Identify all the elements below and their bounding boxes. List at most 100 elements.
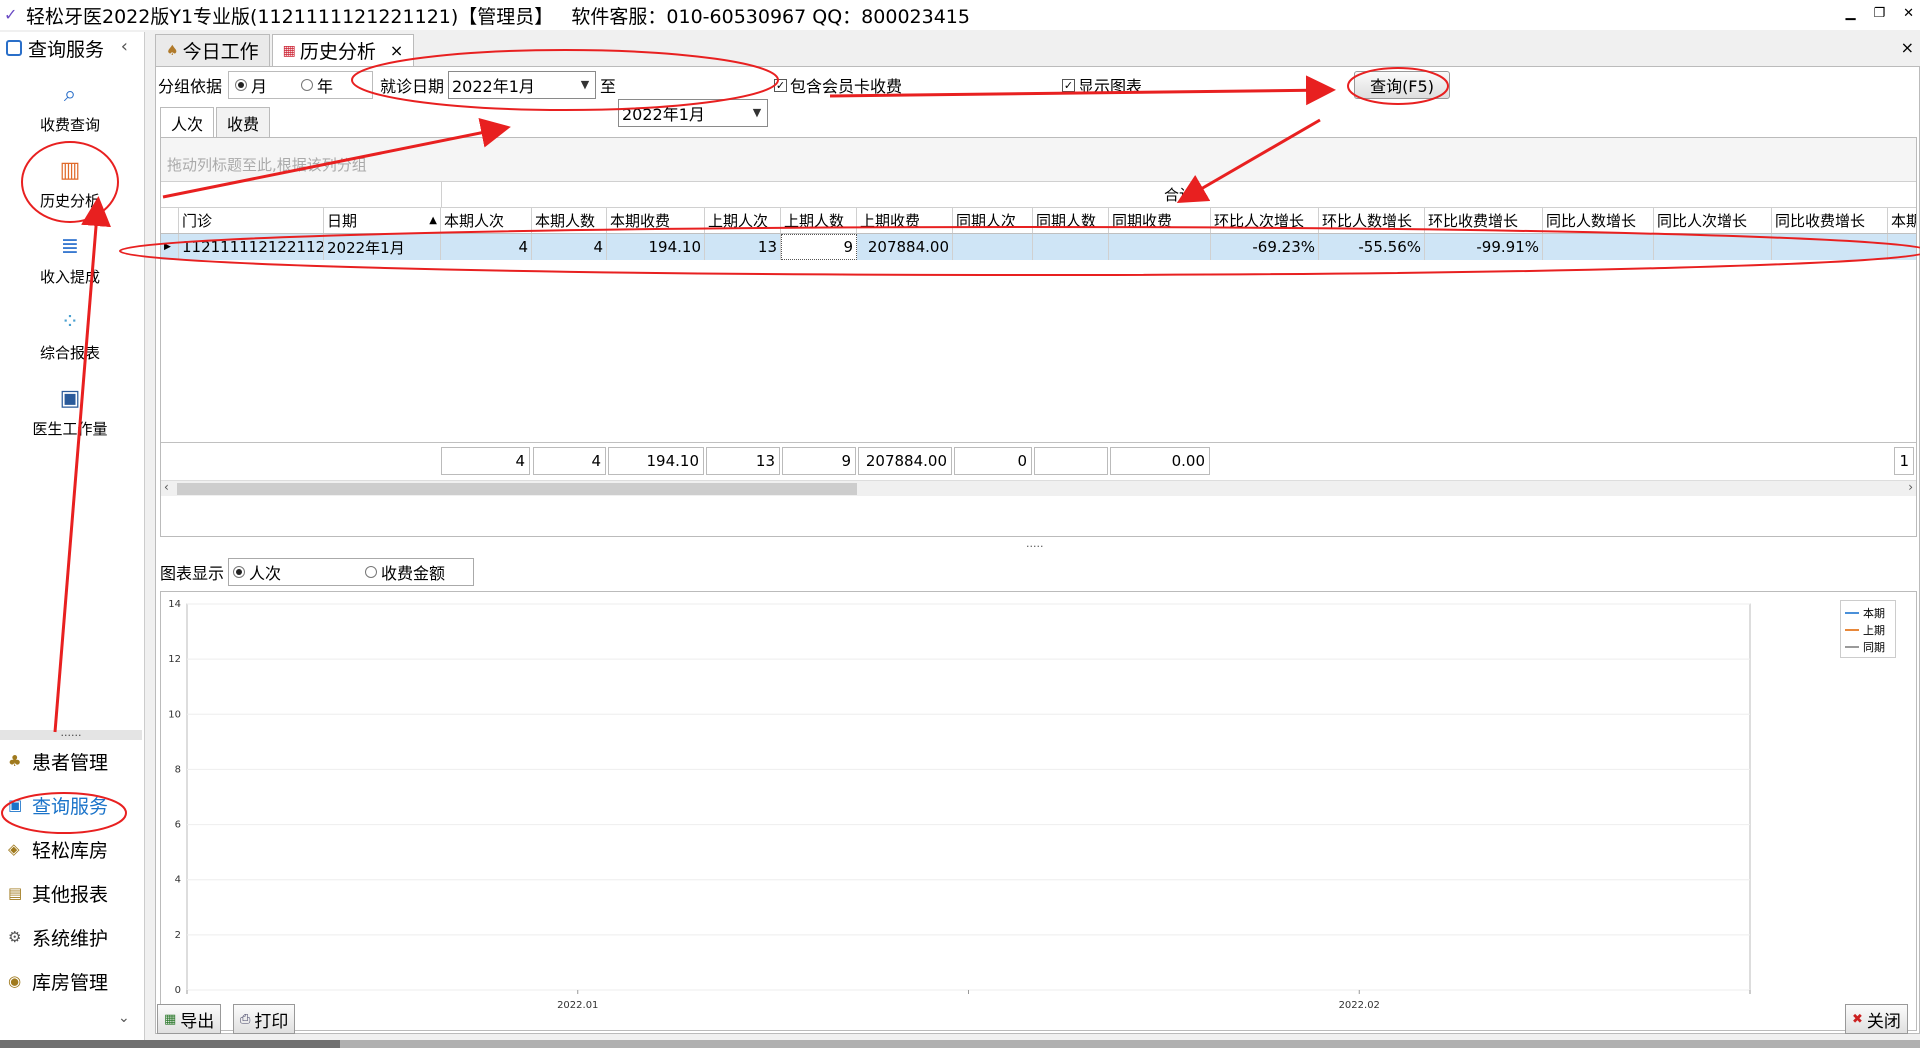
group-panel-hint[interactable]: 拖动列标题至此,根据该列分组 [161, 138, 1916, 182]
sidebar-tool-income-commission[interactable]: ≣ 收入提成 [0, 232, 140, 287]
row-indicator-icon: ▶ [161, 234, 179, 260]
table-cell[interactable]: 207884.00 [857, 234, 953, 260]
print-button[interactable]: ⎙ 打印 [233, 1004, 296, 1034]
radio-amount-label: 收费金额 [381, 564, 446, 583]
col-header[interactable]: 同期人数 [1033, 208, 1109, 233]
table-cell[interactable]: -69.23% [1211, 234, 1319, 260]
col-header[interactable]: 同期人次 [953, 208, 1033, 233]
col-header[interactable]: 环比人次增长 [1211, 208, 1319, 233]
col-header[interactable]: 本期人次 [441, 208, 532, 233]
legend-swatch [1845, 611, 1859, 614]
tab-label: 历史分析 [299, 41, 376, 63]
table-cell[interactable] [1654, 234, 1772, 260]
nav-system-maintenance[interactable]: ⚙ 系统维护 [8, 922, 108, 952]
subtab-fees[interactable]: 收费 [216, 107, 271, 137]
col-header[interactable]: 同比收费增长 [1772, 208, 1888, 233]
minimize-icon[interactable]: ▁ [1845, 6, 1855, 21]
chevron-down-icon[interactable]: ⌄ [118, 1010, 130, 1026]
export-button[interactable]: ▦ 导出 [157, 1004, 222, 1034]
scrollbar-thumb[interactable] [177, 483, 857, 495]
table-row[interactable]: ▶ 1121111121221121 2022年1月 4 4 194.10 13… [161, 234, 1916, 260]
checkbox-checked-icon: ✓ [1062, 78, 1075, 92]
table-cell[interactable]: -99.91% [1425, 234, 1543, 260]
splitter-handle[interactable]: ..... [1026, 537, 1043, 550]
scroll-right-icon[interactable]: › [1908, 480, 1913, 494]
sidebar-tool-fee-query[interactable]: ⌕ 收费查询 [0, 80, 140, 135]
legend-item: 本期 [1845, 604, 1891, 621]
col-header[interactable]: 上期人次 [705, 208, 781, 233]
table-cell[interactable] [1109, 234, 1211, 260]
group-by-label: 分组依据 [158, 77, 223, 96]
table-cell[interactable]: 4 [532, 234, 607, 260]
radio-year[interactable] [301, 79, 314, 91]
close-window-icon[interactable]: ✕ [1903, 6, 1914, 21]
date-from-combo[interactable]: 2022年1月 ▼ [448, 71, 596, 99]
nav-easy-warehouse[interactable]: ◈ 轻松库房 [8, 834, 108, 864]
table-cell[interactable] [1033, 234, 1109, 260]
query-button[interactable]: 查询(F5) [1354, 71, 1450, 99]
table-cell[interactable] [1772, 234, 1888, 260]
tab-today-work[interactable]: ♠ 今日工作 [155, 34, 270, 66]
close-button[interactable]: ✖ 关闭 [1845, 1004, 1908, 1034]
horizontal-scrollbar[interactable]: ‹ › [161, 480, 1916, 496]
y-tick-label: 14 [168, 599, 181, 610]
col-header[interactable]: 环比人数增长 [1319, 208, 1425, 233]
date-to-combo[interactable]: 2022年1月 ▼ [618, 99, 768, 127]
window-controls: ▁ ❐ ✕ [1845, 6, 1914, 21]
nav-query-service[interactable]: ▣ 查询服务 [8, 790, 108, 820]
col-header[interactable]: 同期收费 [1109, 208, 1211, 233]
table-cell[interactable]: 2022年1月 [324, 234, 441, 260]
table-cell-focused[interactable]: 9 [781, 234, 857, 260]
query-icon: ▣ [8, 796, 23, 814]
band-total: 合计 [441, 182, 1916, 208]
sidebar-header-label: 查询服务 [28, 38, 105, 61]
include-member-checkbox[interactable]: ✓ 包含会员卡收费 [774, 71, 902, 99]
sidebar-tool-report[interactable]: ⁘ 综合报表 [0, 308, 140, 363]
radio-visits[interactable] [233, 566, 246, 578]
close-tab-icon[interactable]: × [390, 41, 403, 60]
chevron-down-icon[interactable]: ▼ [749, 102, 765, 124]
chevron-down-icon[interactable]: ▼ [577, 74, 593, 96]
col-header[interactable]: 本期人数 [532, 208, 607, 233]
summary-cell [1034, 447, 1108, 475]
col-header[interactable]: 上期人数 [781, 208, 857, 233]
close-all-icon[interactable]: × [1901, 38, 1914, 57]
nav-warehouse-management[interactable]: ◉ 库房管理 [8, 966, 108, 996]
col-header[interactable]: 同比人次增长 [1654, 208, 1772, 233]
table-cell[interactable]: 1121111121221121 [179, 234, 324, 260]
col-header[interactable]: 门诊 [179, 208, 324, 233]
table-cell[interactable] [953, 234, 1033, 260]
tab-history-analysis[interactable]: ▦ 历史分析 × [271, 34, 415, 66]
warehouse-icon: ◈ [8, 840, 20, 858]
subtab-visits[interactable]: 人次 [160, 107, 215, 137]
col-header[interactable]: 本期 [1888, 208, 1916, 233]
sidebar-splitter[interactable]: ...... [0, 727, 142, 740]
restore-icon[interactable]: ❐ [1873, 6, 1885, 21]
nav-other-reports[interactable]: ▤ 其他报表 [8, 878, 108, 908]
col-header[interactable]: 同比人数增长 [1543, 208, 1654, 233]
table-cell[interactable] [1543, 234, 1654, 260]
nav-label: 查询服务 [32, 795, 109, 818]
table-cell[interactable]: -55.56% [1319, 234, 1425, 260]
radio-amount[interactable] [365, 566, 378, 578]
close-label: 关闭 [1866, 1011, 1901, 1032]
col-header[interactable]: 上期收费 [857, 208, 953, 233]
sidebar-tool-doctor-workload[interactable]: ▣ 医生工作量 [0, 384, 140, 439]
table-cell[interactable]: 4 [441, 234, 532, 260]
sidebar-tool-history-analysis[interactable]: ▥ 历史分析 [0, 156, 140, 211]
to-label: 至 [600, 77, 617, 96]
table-cell[interactable] [1888, 234, 1916, 260]
show-chart-label: 显示图表 [1078, 77, 1143, 96]
nav-patient-management[interactable]: ♣ 患者管理 [8, 746, 108, 776]
y-tick-label: 4 [175, 875, 181, 886]
collapse-icon[interactable]: ‹ [121, 36, 128, 57]
radio-month[interactable] [235, 79, 247, 91]
col-header[interactable]: 日期 ▲ [324, 208, 441, 233]
show-chart-checkbox[interactable]: ✓ 显示图表 [1062, 71, 1142, 99]
nav-label: 其他报表 [32, 883, 109, 906]
col-header[interactable]: 本期收费 [607, 208, 705, 233]
col-header[interactable]: 环比收费增长 [1425, 208, 1543, 233]
table-cell[interactable]: 194.10 [607, 234, 705, 260]
table-cell[interactable]: 13 [705, 234, 781, 260]
scroll-left-icon[interactable]: ‹ [164, 480, 169, 494]
